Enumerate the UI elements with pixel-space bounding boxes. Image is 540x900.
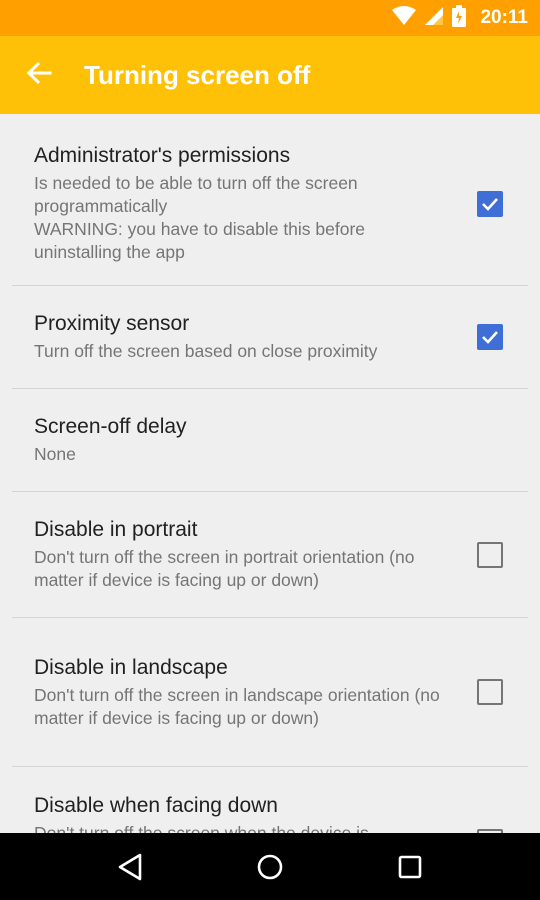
pref-summary: None	[34, 444, 76, 464]
app-bar: Turning screen off	[0, 36, 540, 114]
nav-back-button[interactable]	[100, 837, 160, 897]
checkmark-icon	[482, 331, 498, 344]
pref-title: Administrator's permissions	[34, 144, 291, 167]
admin-permissions-checkbox[interactable]	[477, 190, 503, 217]
disable-portrait-checkbox[interactable]	[477, 541, 503, 568]
pref-admin-permissions[interactable]: Administrator's permissions Is needed to…	[0, 114, 540, 285]
pref-disable-landscape[interactable]: Disable in landscape Don't turn off the …	[0, 618, 540, 766]
pref-summary: Is needed to be able to turn off the scr…	[34, 173, 366, 262]
back-button[interactable]	[0, 36, 78, 114]
pref-disable-portrait[interactable]: Disable in portrait Don't turn off the s…	[0, 492, 540, 617]
cell-signal-icon	[424, 6, 444, 31]
pref-summary: Don't turn off the screen in portrait or…	[34, 547, 415, 590]
recents-square-icon	[398, 855, 422, 878]
disable-landscape-checkbox[interactable]	[477, 679, 503, 705]
pref-title: Screen-off delay	[34, 415, 187, 438]
proximity-sensor-checkbox[interactable]	[477, 324, 503, 350]
pref-summary: Turn off the screen based on close proxi…	[34, 341, 378, 361]
battery-icon	[452, 4, 467, 32]
pref-summary: Don't turn off the screen when the devic…	[34, 823, 369, 833]
pref-title: Proximity sensor	[34, 312, 190, 335]
preferences-list[interactable]: Administrator's permissions Is needed to…	[0, 114, 540, 833]
pref-disable-facing-down[interactable]: Disable when facing down Don't turn off …	[0, 767, 540, 833]
home-circle-icon	[257, 854, 283, 879]
pref-screen-off-delay[interactable]: Screen-off delay None	[0, 389, 540, 491]
checkmark-icon	[482, 197, 498, 211]
status-bar: 20:11	[0, 0, 540, 36]
nav-home-button[interactable]	[240, 837, 300, 897]
pref-summary: Don't turn off the screen in landscape o…	[34, 684, 440, 728]
arrow-left-icon	[26, 60, 52, 91]
pref-proximity-sensor[interactable]: Proximity sensor Turn off the screen bas…	[0, 286, 540, 388]
pref-title: Disable in landscape	[34, 655, 228, 679]
pref-title: Disable in portrait	[34, 518, 198, 541]
status-time: 20:11	[480, 7, 528, 28]
wifi-icon	[392, 5, 417, 31]
navigation-bar	[0, 833, 540, 900]
page-title: Turning screen off	[84, 59, 311, 90]
pref-title: Disable when facing down	[34, 794, 278, 817]
back-triangle-icon	[118, 853, 142, 880]
nav-recents-button[interactable]	[380, 837, 440, 897]
